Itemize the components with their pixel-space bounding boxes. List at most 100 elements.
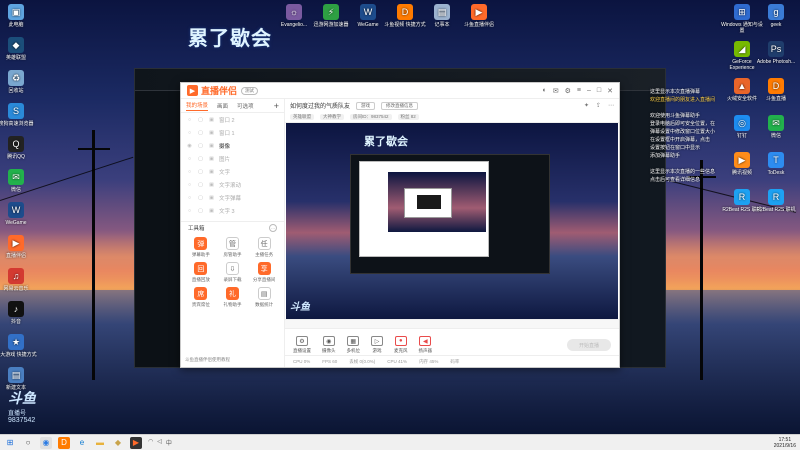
eye-icon[interactable]: ○	[186, 208, 193, 214]
desktop-icon-left-0[interactable]: ▣ 此电脑	[0, 4, 38, 28]
control-button[interactable]: ◉ 摄像头	[322, 336, 336, 354]
eye-icon[interactable]: ○	[186, 182, 193, 188]
tool-item[interactable]: 管房管助手	[217, 237, 249, 258]
live-preview[interactable]: 累了歇会 斗鱼	[286, 123, 618, 319]
desktop-icon-left-6[interactable]: W WeGame	[0, 202, 38, 226]
desktop-icon-left-8[interactable]: ♫ 网易云音乐	[0, 268, 38, 292]
tab-options[interactable]: 可选项	[237, 102, 254, 110]
settings-icon[interactable]: ⚙	[565, 87, 571, 95]
lock-icon[interactable]: ▢	[197, 117, 204, 123]
taskbar-clock[interactable]: 17:51 2021/9/16	[774, 437, 796, 449]
window-titlebar[interactable]: ▶ 直播伴侣 测试 ◐ ✉ ⚙ ≡ – □ ✕	[181, 83, 619, 99]
menu-icon[interactable]: ≡	[577, 87, 581, 95]
eye-icon[interactable]: ◉	[186, 143, 193, 149]
lock-icon[interactable]: ▢	[197, 208, 204, 214]
league-icon[interactable]: ◆	[112, 437, 124, 449]
desktop-icon-right-1[interactable]: g geek	[754, 4, 798, 28]
desktop-icon-left-1[interactable]: ◆ 英雄联盟	[0, 37, 38, 61]
skin-icon[interactable]: ◐	[543, 87, 547, 95]
search-icon[interactable]: ○	[22, 437, 34, 449]
eye-icon[interactable]: ○	[186, 169, 193, 175]
desktop-icon-left-5[interactable]: ✉ 微信	[0, 169, 38, 193]
control-button[interactable]: ◀ 扬声器	[419, 336, 432, 354]
eye-icon[interactable]: ○	[186, 130, 193, 136]
desktop-icon-left-3[interactable]: S 搜狗高速浏览器	[0, 103, 38, 127]
desktop-icon-right-3[interactable]: Ps Adobe Photosh...	[754, 41, 798, 65]
lock-icon[interactable]: ▢	[197, 182, 204, 188]
tool-item[interactable]: 回直播回放	[185, 262, 217, 283]
edit-info-button[interactable]: 修改直播信息	[381, 101, 419, 110]
tool-icon: ▤	[257, 287, 271, 300]
scene-item[interactable]: ○ ▢ ▣ 窗口 1	[181, 126, 284, 139]
tool-item[interactable]: ▤ 数据统计	[248, 287, 280, 308]
scene-item[interactable]: ○ ▢ ▣ 文字滚动	[181, 178, 284, 191]
desktop-icon-top-5[interactable]: ▶ 斗鱼直播伴侣	[457, 4, 501, 28]
category-pill[interactable]: 游戏	[356, 101, 376, 110]
wifi-icon[interactable]: ◠	[148, 438, 153, 447]
desktop-icon-right-11[interactable]: R R2Beat R2S 联机	[754, 189, 798, 213]
lock-icon[interactable]: ▢	[197, 169, 204, 175]
control-button[interactable]: ⚙ 直播设置	[293, 336, 311, 354]
desktop-icon-label: R2Beat R2S 联机	[756, 207, 796, 213]
share-icon[interactable]: ⇪	[596, 102, 601, 109]
tutorial-link[interactable]: 斗鱼直播伴侣使用教程	[185, 357, 230, 363]
douyu-taskbar-icon[interactable]: D	[58, 436, 70, 449]
tool-item[interactable]: 享分享直播间	[248, 262, 280, 283]
desktop-icon-right-9[interactable]: T ToDesk	[754, 152, 798, 176]
tool-label: 贵宾席位	[191, 302, 210, 307]
chat-line: 登录电脑后即可安全位置，在	[650, 121, 716, 127]
streaming-app-window[interactable]: ▶ 直播伴侣 测试 ◐ ✉ ⚙ ≡ – □ ✕ 我的场景 画面 可选项 + ○ ▢…	[180, 82, 620, 368]
start-icon[interactable]: ⊞	[4, 437, 16, 449]
edge-icon[interactable]: e	[76, 437, 88, 449]
control-button[interactable]: ▷ 游戏	[371, 336, 383, 354]
tool-item[interactable]: 席贵宾席位	[185, 287, 217, 308]
ime-icon[interactable]: 中	[166, 438, 172, 447]
preview-nested-preview	[388, 172, 486, 232]
more-icon[interactable]: ⋯	[608, 102, 614, 109]
control-button[interactable]: ▦ 多机位	[347, 336, 360, 354]
desktop-icon-left-2[interactable]: ♻ 回收站	[0, 70, 38, 94]
lock-icon[interactable]: ▢	[197, 130, 204, 136]
preview-douyu-logo: 斗鱼	[290, 302, 310, 313]
gift-icon[interactable]: ✦	[584, 102, 589, 109]
desktop-icon-left-4[interactable]: Q 腾讯QQ	[0, 136, 38, 160]
eye-icon[interactable]: ○	[186, 117, 193, 123]
scene-item[interactable]: ◉ ▢ ▣ 摄像	[181, 139, 284, 152]
chrome-icon[interactable]: ◉	[40, 436, 52, 449]
explorer-icon[interactable]: ▬	[94, 437, 106, 449]
lock-icon[interactable]: ▢	[197, 195, 204, 201]
control-button[interactable]: ● 麦克风	[394, 336, 408, 354]
desktop-icon-left-9[interactable]: ♪ 抖音	[0, 301, 38, 325]
tool-item[interactable]: 弹弹幕助手	[185, 237, 217, 258]
lock-icon[interactable]: ▢	[197, 143, 204, 149]
tool-item[interactable]: 礼礼物助手	[217, 287, 249, 308]
message-icon[interactable]: ✉	[553, 87, 559, 95]
tab-my-scenes[interactable]: 我的场景	[186, 101, 209, 111]
eye-icon[interactable]: ○	[186, 195, 193, 201]
eye-icon[interactable]: ○	[186, 156, 193, 162]
tool-item[interactable]: ⇩ 录屏下载	[217, 262, 249, 283]
scene-item[interactable]: ○ ▢ ▣ 文字弹幕	[181, 191, 284, 204]
go-live-button[interactable]: 开始直播	[567, 339, 611, 351]
tab-canvas[interactable]: 画面	[217, 102, 228, 110]
tool-label: 礼物助手	[223, 302, 242, 307]
minimize-icon[interactable]: –	[587, 87, 591, 95]
desktop-icon-left-7[interactable]: ▶ 直播伴侣	[0, 235, 38, 259]
desktop-icon-left-10[interactable]: ★ 盛大游戏 快捷方式	[0, 334, 38, 358]
desktop-icon-right-5[interactable]: D 斗鱼直播	[754, 78, 798, 102]
close-icon[interactable]: ✕	[607, 87, 613, 95]
add-scene-icon[interactable]: +	[274, 101, 279, 111]
toolbox-more-icon[interactable]: ···	[269, 224, 277, 232]
scene-item[interactable]: ○ ▢ ▣ 窗口 2	[181, 113, 284, 126]
scene-item[interactable]: ○ ▢ ▣ 文字 3	[181, 204, 284, 217]
maximize-icon[interactable]: □	[597, 87, 601, 95]
desktop-icon-right-7[interactable]: ✉ 微信	[754, 115, 798, 139]
preview-nested-window	[359, 161, 489, 257]
lock-icon[interactable]: ▢	[197, 156, 204, 162]
scene-item[interactable]: ○ ▢ ▣ 文字	[181, 165, 284, 178]
tool-item[interactable]: 任主播任务	[248, 237, 280, 258]
room-title[interactable]: 如何度过我的气质队友	[290, 101, 350, 110]
scene-item[interactable]: ○ ▢ ▣ 图片	[181, 152, 284, 165]
streamer-app-taskbar-icon[interactable]: ▶	[130, 436, 142, 449]
volume-icon[interactable]: ◁	[157, 438, 162, 447]
